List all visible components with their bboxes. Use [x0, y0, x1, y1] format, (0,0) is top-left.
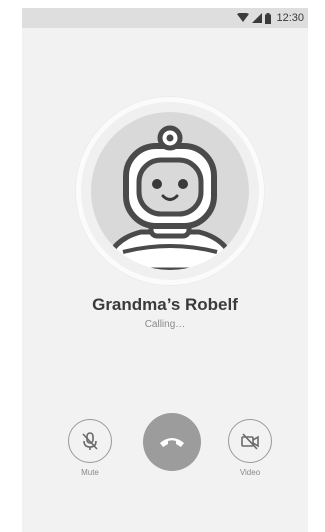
end-call-button[interactable] — [143, 413, 201, 471]
video-off-icon — [241, 433, 259, 450]
call-status: Calling… — [144, 319, 186, 330]
status-bar: 12:30 — [22, 8, 308, 28]
wifi-icon — [237, 13, 250, 23]
mute-button[interactable] — [68, 419, 112, 463]
avatar-background — [91, 112, 249, 270]
contact-avatar — [75, 96, 265, 286]
contact-name: Grandma’s Robelf — [92, 295, 238, 314]
video-button[interactable] — [228, 419, 272, 463]
status-time: 12:30 — [276, 12, 304, 24]
signal-icon — [252, 13, 263, 23]
mute-label: Mute — [81, 468, 99, 477]
phone-hangup-icon — [160, 438, 184, 447]
robot-avatar-icon — [102, 125, 238, 270]
mic-off-icon — [82, 432, 98, 450]
video-label: Video — [239, 468, 261, 477]
battery-icon — [265, 12, 272, 24]
call-screen: 12:30 Grandma’s Robelf Calling… Mute Vid… — [22, 8, 308, 532]
